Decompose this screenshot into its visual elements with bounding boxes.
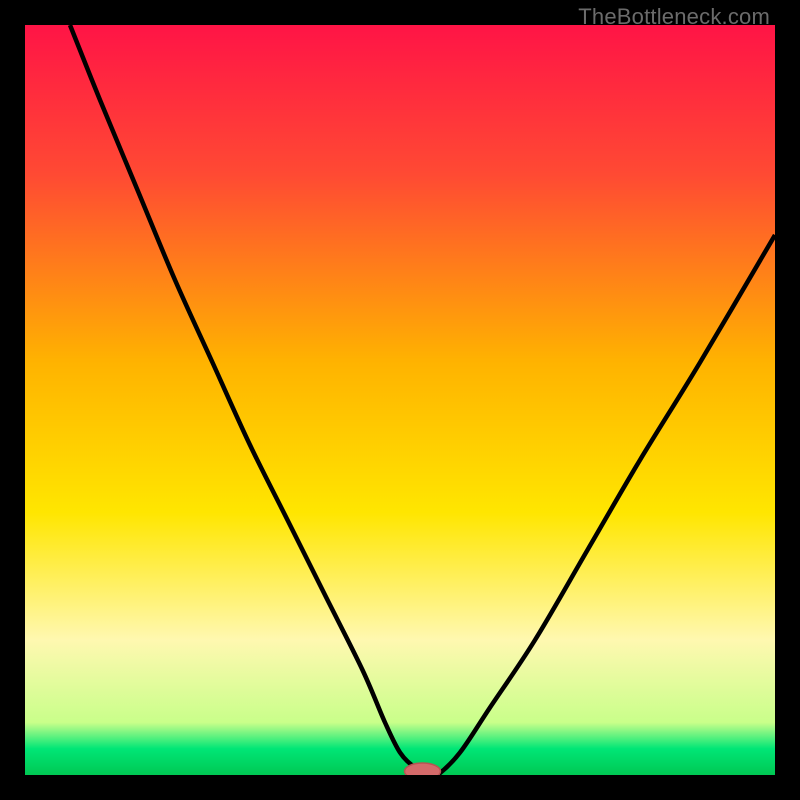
minimum-marker	[405, 763, 441, 775]
chart-overlay	[25, 25, 775, 775]
chart-area	[25, 25, 775, 775]
bottleneck-curve	[70, 25, 775, 775]
